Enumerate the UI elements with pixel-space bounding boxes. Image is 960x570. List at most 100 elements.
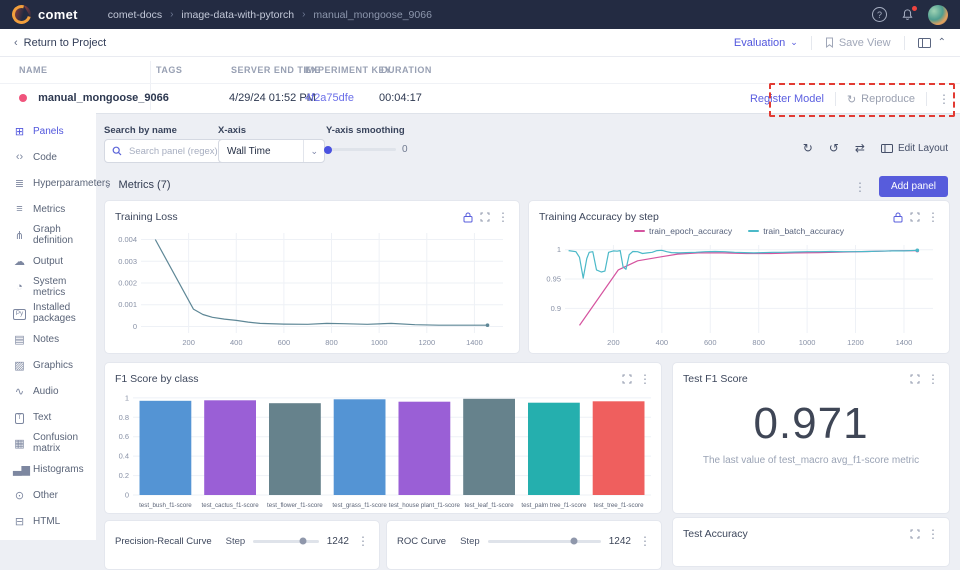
return-to-project-link[interactable]: ‹ Return to Project: [14, 37, 106, 49]
svg-text:0.8: 0.8: [119, 413, 129, 422]
sidebar-item-system-metrics[interactable]: ◔System metrics: [0, 274, 96, 300]
svg-text:1200: 1200: [847, 338, 864, 347]
experiment-key-link[interactable]: 4f2a75dfe: [305, 92, 354, 104]
edit-layout-button[interactable]: Edit Layout: [881, 143, 948, 154]
svg-text:1: 1: [557, 245, 561, 254]
panel-menu-icon[interactable]: ⋮: [927, 528, 939, 540]
x-axis-select[interactable]: Wall Time ⌄: [218, 139, 325, 163]
refresh-icon[interactable]: ↻: [803, 141, 813, 155]
svg-text:0.003: 0.003: [118, 257, 137, 266]
search-input[interactable]: [127, 145, 221, 158]
user-avatar[interactable]: [928, 5, 948, 25]
sidebar-item-text[interactable]: T Text: [0, 404, 96, 430]
x-axis-label: X-axis: [218, 125, 246, 136]
save-view-button[interactable]: Save View: [825, 37, 891, 49]
column-name: NAME: [19, 65, 48, 75]
panel-menu-icon[interactable]: ⋮: [497, 211, 509, 223]
experiment-row[interactable]: manual_mongoose_9066 4/29/24 01:52 PM 4f…: [0, 83, 960, 114]
breadcrumb-separator-icon: ›: [302, 9, 305, 20]
sidebar-item-label: Metrics: [33, 204, 65, 215]
legend-item[interactable]: train_epoch_accuracy: [634, 226, 732, 236]
svg-text:0.9: 0.9: [551, 304, 561, 313]
sidebar-item-audio[interactable]: ∿Audio: [0, 378, 96, 404]
row-menu-icon[interactable]: ⋮: [938, 93, 950, 105]
step-slider-knob[interactable]: [570, 538, 577, 545]
breadcrumb-separator-icon: ›: [170, 9, 173, 20]
smoothing-slider-knob[interactable]: [324, 146, 332, 154]
svg-text:1000: 1000: [799, 338, 816, 347]
breadcrumb: comet-docs › image-data-with-pytorch › manua…: [108, 9, 432, 21]
svg-text:200: 200: [182, 338, 195, 347]
expand-icon[interactable]: [480, 212, 490, 222]
tune-icon[interactable]: ⇄: [855, 141, 865, 155]
sidebar-item-hyperparameters[interactable]: ≣Hyperparameters: [0, 170, 96, 196]
smoothing-slider[interactable]: [326, 148, 396, 151]
sidebar-item-confusion-matrix[interactable]: ▦Confusion matrix: [0, 430, 96, 456]
breadcrumb-item[interactable]: image-data-with-pytorch: [181, 9, 294, 21]
breadcrumb-item[interactable]: manual_mongoose_9066: [313, 9, 432, 21]
sidebar-item-graphics[interactable]: ▨Graphics: [0, 352, 96, 378]
svg-text:400: 400: [656, 338, 669, 347]
step-slider-knob[interactable]: [300, 538, 307, 545]
panel-title: Test Accuracy: [683, 528, 748, 540]
history-icon[interactable]: ↺: [829, 141, 839, 155]
sidebar-item-code[interactable]: ‹›Code: [0, 144, 96, 170]
register-model-button[interactable]: Register Model: [750, 93, 824, 105]
panel-menu-icon[interactable]: ⋮: [639, 535, 651, 547]
collapse-caret-icon: ⌄: [104, 180, 112, 191]
collapse-header-icon[interactable]: ⌃: [938, 37, 946, 48]
legend-label: train_batch_accuracy: [763, 226, 844, 236]
lock-icon[interactable]: [463, 212, 473, 223]
panel-menu-icon[interactable]: ⋮: [357, 535, 369, 547]
sidebar-item-histograms[interactable]: ▃▆Histograms: [0, 456, 96, 482]
sidebar-item-label: Panels: [33, 126, 64, 137]
notes-icon: ▤: [13, 333, 26, 346]
panel-menu-icon[interactable]: ⋮: [927, 373, 939, 385]
sidebar-item-notes[interactable]: ▤Notes: [0, 326, 96, 352]
svg-text:0.4: 0.4: [119, 452, 129, 461]
expand-icon[interactable]: [910, 529, 920, 539]
text-icon: T: [13, 410, 26, 424]
panel-title: F1 Score by class: [115, 373, 198, 385]
lock-icon[interactable]: [893, 212, 903, 223]
metric-caption: The last value of test_macro avg_f1-scor…: [673, 455, 949, 466]
add-panel-button[interactable]: Add panel: [879, 176, 948, 197]
breadcrumb-item[interactable]: comet-docs: [108, 9, 162, 21]
svg-text:test_palm tree_f1-score: test_palm tree_f1-score: [521, 502, 587, 509]
histograms-icon: ▃▆: [13, 463, 26, 476]
help-icon[interactable]: ?: [872, 7, 887, 22]
svg-text:test_bush_f1-score: test_bush_f1-score: [139, 502, 192, 509]
sidebar-item-other[interactable]: ⊙Other: [0, 482, 96, 508]
layout-icon[interactable]: [918, 38, 931, 48]
sidebar-item-panels[interactable]: ⊞Panels: [0, 118, 96, 144]
divider: [904, 36, 905, 50]
panel-menu-icon[interactable]: ⋮: [639, 373, 651, 385]
sidebar-item-html[interactable]: ⊟HTML: [0, 508, 96, 534]
top-navigation-bar: comet comet-docs›image-data-with-pytorch…: [0, 0, 960, 29]
reproduce-button[interactable]: ↻ Reproduce: [847, 93, 915, 106]
system-metrics-icon: ◔: [13, 281, 26, 293]
panel-menu-icon[interactable]: ⋮: [927, 211, 939, 223]
legend-item[interactable]: train_batch_accuracy: [748, 226, 844, 236]
metrics-section-header[interactable]: ⌄ Metrics (7): [104, 179, 171, 191]
svg-text:1000: 1000: [371, 338, 388, 347]
expand-icon[interactable]: [622, 374, 632, 384]
svg-text:600: 600: [278, 338, 291, 347]
view-selector-dropdown[interactable]: Evaluation ⌄: [734, 37, 798, 49]
confusion-matrix-icon: ▦: [13, 437, 26, 450]
sidebar-item-installed-packages[interactable]: PyInstalled packages: [0, 300, 96, 326]
panel-title: Precision-Recall Curve: [115, 536, 212, 547]
notifications-icon[interactable]: [901, 8, 914, 21]
panel-title: Training Accuracy by step: [539, 211, 659, 223]
expand-icon[interactable]: [910, 374, 920, 384]
comet-logo-icon: [9, 2, 35, 28]
sidebar-item-graph-definition[interactable]: ⋔Graph definition: [0, 222, 96, 248]
sidebar-item-label: Other: [33, 490, 58, 501]
expand-icon[interactable]: [910, 212, 920, 222]
section-menu-icon[interactable]: ⋮: [854, 181, 866, 193]
installed-packages-icon: Py: [13, 306, 26, 320]
sidebar-item-metrics[interactable]: ≡Metrics: [0, 196, 96, 222]
step-value: 1242: [327, 536, 349, 547]
sidebar-item-output[interactable]: ☁Output: [0, 248, 96, 274]
sidebar-item-label: Text: [33, 412, 51, 423]
